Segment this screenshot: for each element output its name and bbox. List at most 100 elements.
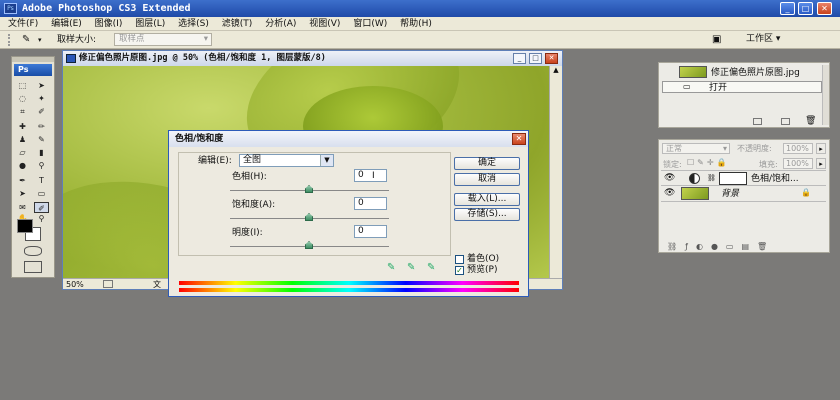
move-icon[interactable]: ➤ (34, 80, 49, 91)
menu-layer[interactable]: 图层(L) (135, 19, 165, 29)
vertical-scrollbar[interactable]: ▲ (549, 66, 562, 278)
cancel-button[interactable]: 取消 (454, 173, 520, 186)
blend-mode-select[interactable]: 正常 ▾ (662, 143, 730, 154)
blend-mode-value: 正常 (666, 144, 682, 153)
fill-field[interactable]: 100% (783, 158, 813, 169)
eye-icon[interactable]: 👁 (664, 188, 675, 198)
menu-filter[interactable]: 滤镜(T) (222, 19, 253, 29)
menu-window[interactable]: 窗口(W) (353, 19, 387, 29)
marquee-icon[interactable]: ⬚ (15, 80, 30, 91)
chevron-down-icon: ▾ (203, 34, 208, 44)
foreground-color-swatch[interactable] (17, 219, 33, 233)
history-scrollbar[interactable] (822, 65, 829, 125)
menu-edit[interactable]: 编辑(E) (51, 19, 82, 29)
eyedropper-plus-icon[interactable]: ✎ (407, 262, 415, 273)
menu-view[interactable]: 视图(V) (309, 19, 340, 29)
layers-panel: 正常 ▾ 不透明度: 100% ▸ 锁定: ☐✎✛🔒 填充: 100% ▸ 👁 … (658, 139, 830, 253)
new-document-from-state-icon[interactable] (753, 118, 762, 125)
opacity-field[interactable]: 100% (783, 143, 813, 154)
toolbox-grip[interactable] (12, 57, 54, 62)
layer-row-background[interactable]: 👁 背景 🔒 (661, 186, 826, 202)
history-state-open[interactable]: ▭ 打开 (662, 81, 822, 93)
menu-file[interactable]: 文件(F) (8, 19, 38, 29)
saturation-label: 饱和度(A): (232, 200, 276, 210)
opacity-slider-arrow-icon[interactable]: ▸ (816, 143, 826, 154)
lasso-icon[interactable]: ◌ (15, 93, 30, 104)
blur-icon[interactable]: ● (15, 160, 30, 171)
maximize-button[interactable]: □ (798, 2, 813, 15)
magic-wand-icon[interactable]: ✦ (34, 93, 49, 104)
layer-mask-thumbnail[interactable] (719, 172, 747, 185)
ok-button[interactable]: 确定 (454, 157, 520, 170)
menu-help[interactable]: 帮助(H) (400, 19, 432, 29)
palette-well-icon[interactable]: ▣ (712, 33, 730, 46)
tool-preset-arrow-icon[interactable]: ▾ (38, 36, 42, 44)
app-title: Adobe Photoshop CS3 Extended (22, 3, 191, 14)
path-select-icon[interactable]: ➤ (15, 188, 30, 199)
menu-select[interactable]: 选择(S) (178, 19, 209, 29)
zoom-icon[interactable]: ⚲ (34, 213, 49, 224)
eyedropper-tool-icon[interactable]: ✐ (34, 202, 49, 213)
pen-icon[interactable]: ✒ (15, 175, 30, 186)
history-brush-icon[interactable]: ✎ (34, 134, 49, 145)
eyedropper-icon[interactable]: ✎ (387, 262, 395, 273)
doc-maximize-button[interactable]: □ (529, 53, 542, 64)
eraser-icon[interactable]: ▱ (15, 147, 30, 158)
status-menu-icon[interactable] (103, 280, 113, 288)
history-state-icon: ▭ (683, 82, 691, 91)
workspace-label: 工作区 (746, 34, 774, 44)
eyedropper-minus-icon[interactable]: ✎ (427, 262, 435, 273)
edit-label: 编辑(E): (198, 156, 232, 166)
colorize-checkbox[interactable] (455, 255, 464, 264)
opacity-label: 不透明度: (737, 144, 772, 153)
dodge-icon[interactable]: ⚲ (34, 160, 49, 171)
zoom-field[interactable]: 50% (66, 280, 84, 289)
layer-thumbnail (681, 187, 709, 200)
sample-size-label: 取样大小: (57, 35, 97, 45)
notes-icon[interactable]: ✉ (15, 202, 30, 213)
layers-footer-icons[interactable]: ⛓ƒ◐●▭▤🗑 (667, 242, 775, 251)
document-title-bar: 修正偏色照片原图.jpg @ 50% (色相/饱和度 1, 图层蒙版/8) (63, 51, 562, 66)
lock-icons[interactable]: ☐✎✛🔒 (687, 158, 730, 167)
gradient-icon[interactable]: ▮ (34, 147, 49, 158)
chevron-down-icon: ▾ (722, 144, 727, 153)
quick-mask-icon[interactable] (24, 246, 42, 256)
crop-icon[interactable]: ⌗ (15, 106, 30, 117)
dialog-close-button[interactable]: ✕ (512, 133, 526, 145)
doc-close-button[interactable]: ✕ (545, 53, 558, 64)
type-icon[interactable]: T (34, 175, 49, 186)
new-snapshot-icon[interactable] (781, 118, 790, 125)
menu-bar: 文件(F) 编辑(E) 图像(I) 图层(L) 选择(S) 滤镜(T) 分析(A… (0, 17, 840, 31)
clone-stamp-icon[interactable]: ♟ (15, 134, 30, 145)
minimize-button[interactable]: _ (780, 2, 795, 15)
shape-icon[interactable]: ▭ (34, 188, 49, 199)
app-title-bar: Adobe Photoshop CS3 Extended (0, 0, 840, 17)
menu-image[interactable]: 图像(I) (95, 19, 123, 29)
text-cursor-icon: I (372, 171, 375, 181)
history-snapshot-thumbnail[interactable] (679, 66, 707, 78)
trash-icon[interactable]: 🗑 (805, 116, 816, 126)
brush-icon[interactable]: ✏ (34, 121, 49, 132)
hue-input[interactable]: 0 (354, 169, 387, 182)
save-button[interactable]: 存储(S)... (454, 208, 520, 221)
eyedropper-icon[interactable]: ✎ (22, 33, 36, 46)
preview-checkbox[interactable]: ✓ (455, 266, 464, 275)
slice-icon[interactable]: ✐ (34, 106, 49, 117)
sample-size-select[interactable]: 取样点 ▾ (114, 33, 212, 46)
menu-analysis[interactable]: 分析(A) (265, 19, 296, 29)
edit-range-select[interactable]: 全图 ▼ (239, 154, 334, 167)
fill-slider-arrow-icon[interactable]: ▸ (816, 158, 826, 169)
close-button[interactable]: ✕ (817, 2, 832, 15)
healing-brush-icon[interactable]: ✚ (15, 121, 30, 132)
saturation-input[interactable]: 0 (354, 197, 387, 210)
history-state-label: 打开 (709, 83, 728, 93)
screen-mode-icon[interactable] (24, 261, 42, 273)
layer-row-hue-saturation[interactable]: 👁 ⛓ 色相/饱和... (661, 170, 826, 186)
lightness-input[interactable]: 0 (354, 225, 387, 238)
doc-minimize-button[interactable]: _ (513, 53, 526, 64)
workspace-button[interactable]: 工作区 ▾ (746, 33, 832, 48)
scroll-up-icon[interactable]: ▲ (551, 66, 561, 76)
eye-icon[interactable]: 👁 (664, 173, 675, 183)
ps-app-icon: Ps (4, 3, 17, 14)
load-button[interactable]: 载入(L)... (454, 193, 520, 206)
